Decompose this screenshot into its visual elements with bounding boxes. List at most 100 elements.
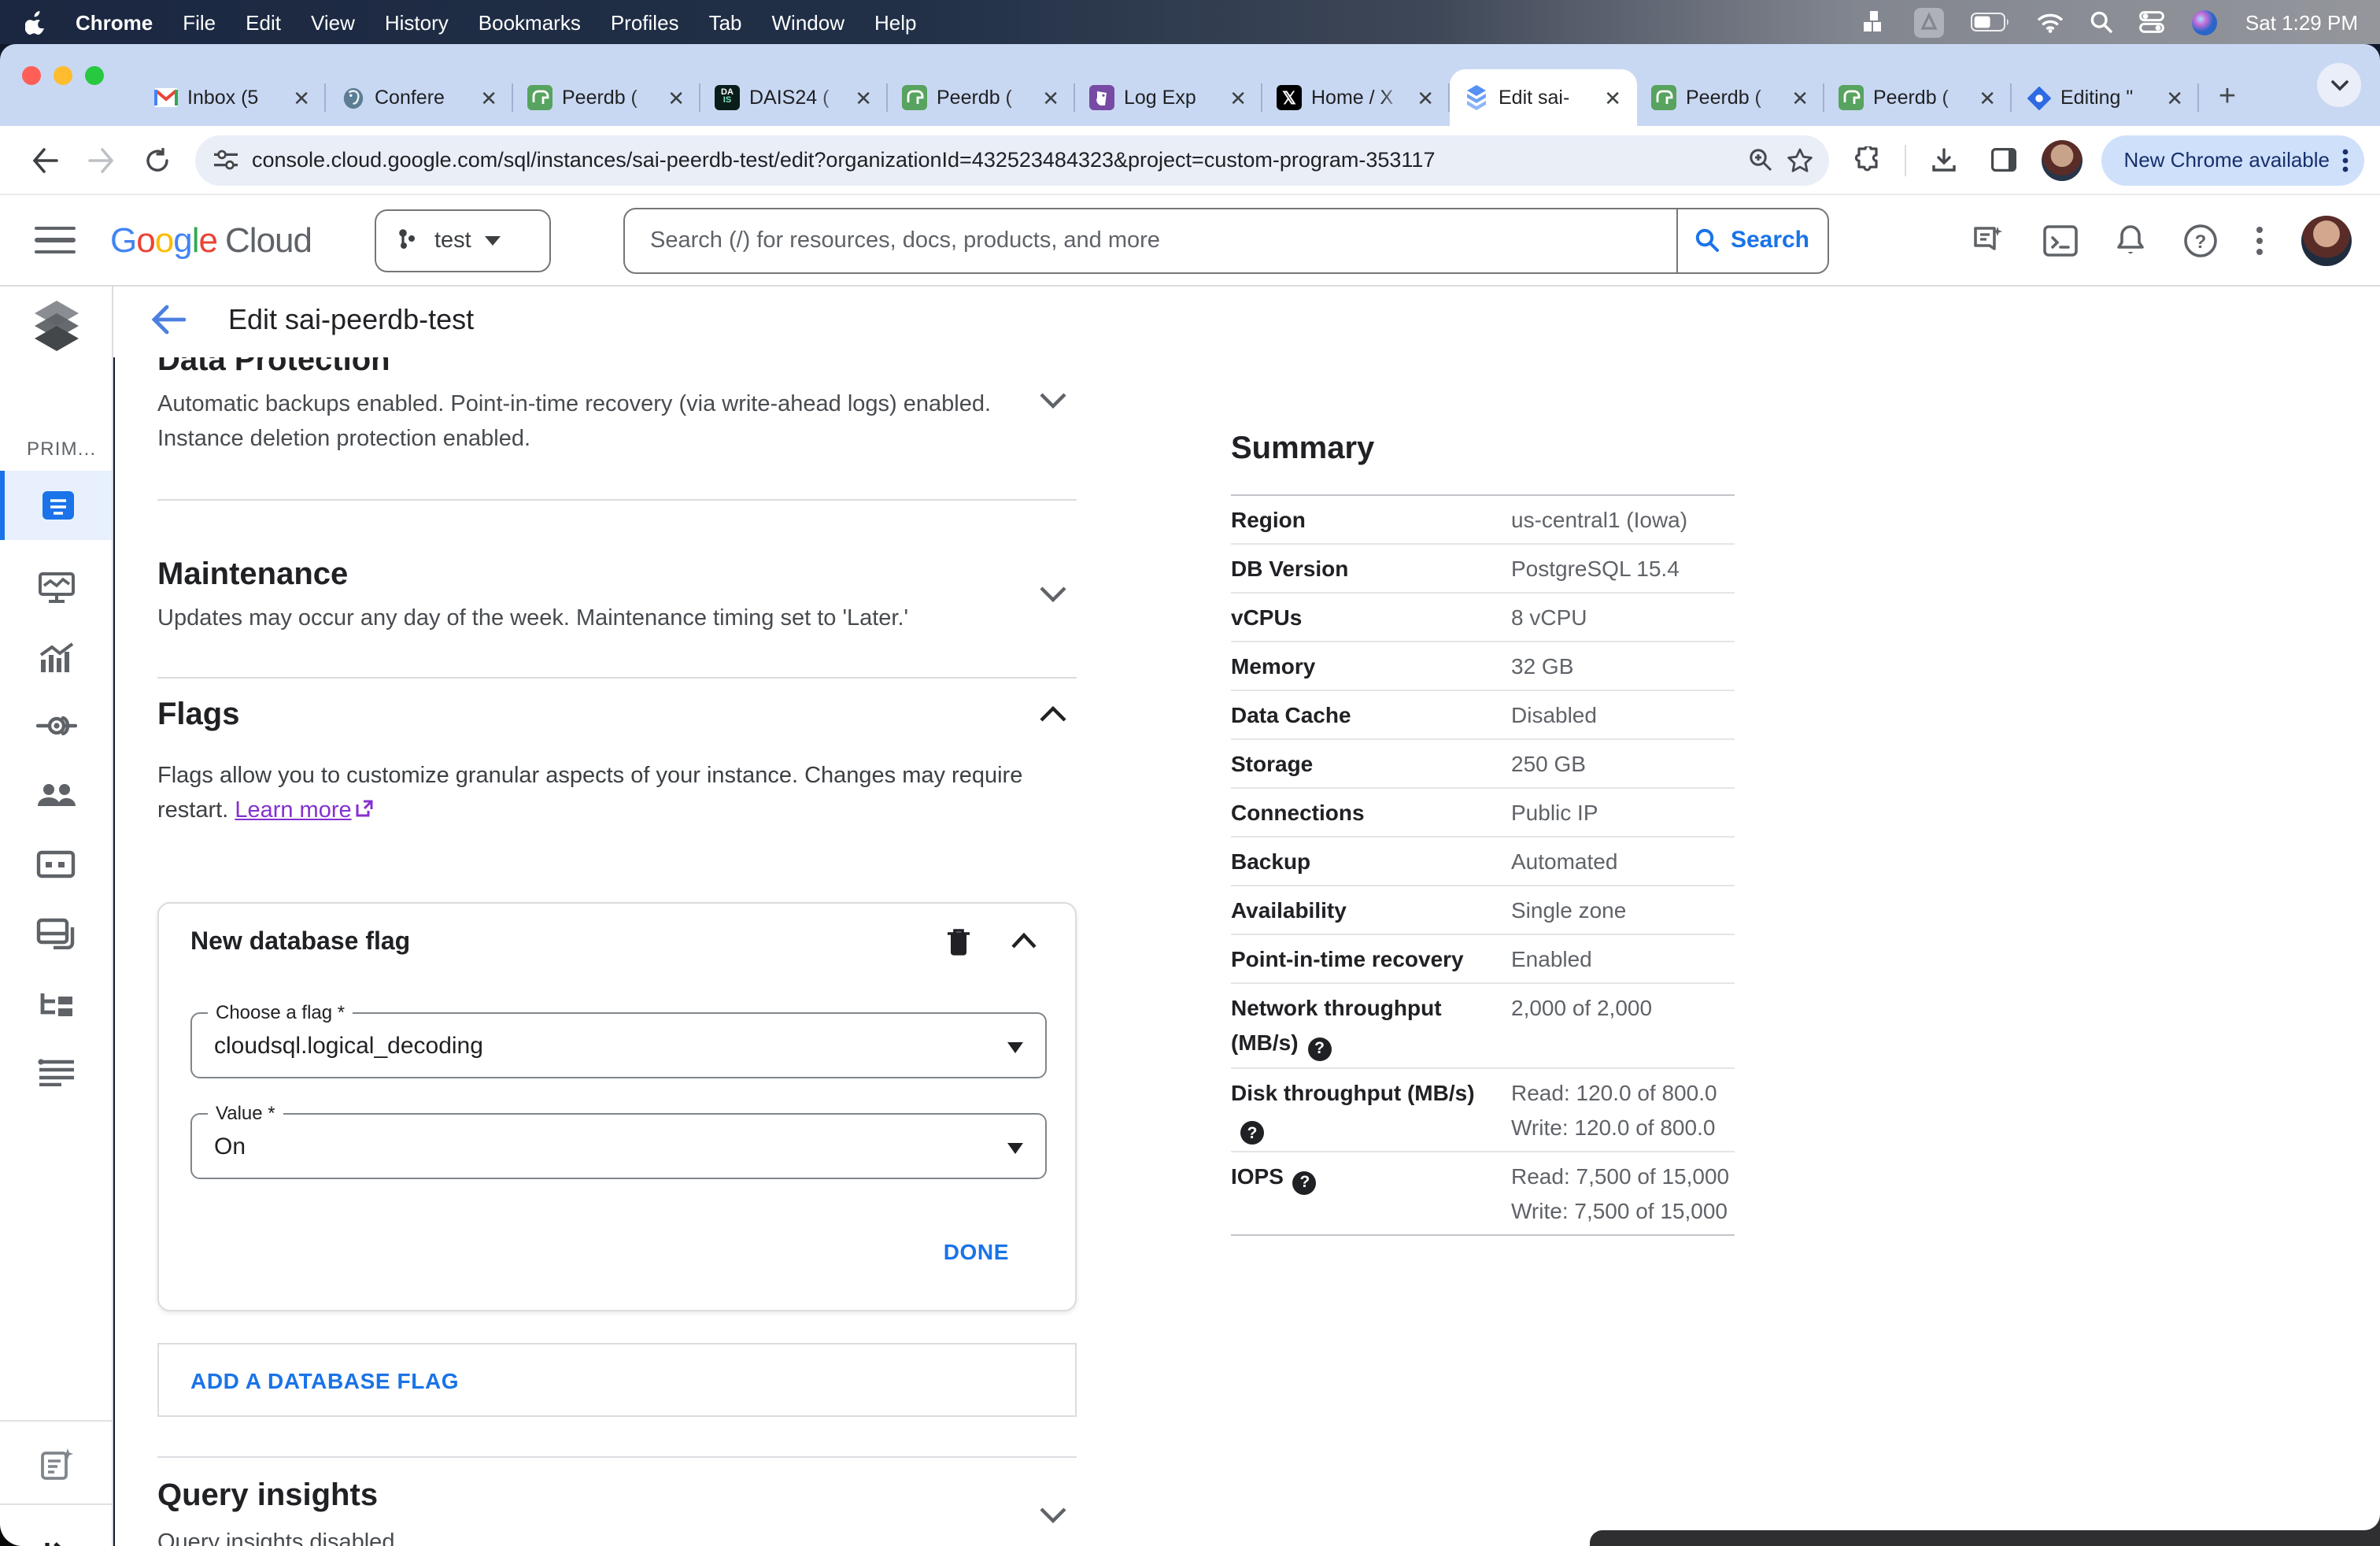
tab-close-icon[interactable]: ✕	[1414, 84, 1437, 111]
more-vert-icon[interactable]	[2256, 224, 2264, 256]
nav-menu-icon[interactable]	[35, 226, 76, 254]
update-chrome-button[interactable]: New Chrome available	[2101, 135, 2364, 185]
browser-profile-avatar[interactable]	[2042, 139, 2083, 180]
tab-close-icon[interactable]: ✕	[1039, 84, 1062, 111]
side-panel-icon[interactable]	[1982, 138, 2026, 182]
help-icon[interactable]: ?	[1307, 1037, 1332, 1060]
chevron-down-icon[interactable]	[1039, 1507, 1067, 1524]
sidebar-item-system-insights[interactable]	[0, 622, 112, 691]
extensions-icon[interactable]	[1845, 138, 1889, 182]
back-arrow-icon[interactable]	[151, 304, 186, 335]
learn-more-link[interactable]: Learn more	[235, 798, 351, 823]
tab-close-icon[interactable]: ✕	[1788, 84, 1812, 111]
apple-icon[interactable]	[25, 10, 46, 34]
chevron-up-icon[interactable]	[1039, 705, 1067, 723]
tab-close-icon[interactable]: ✕	[1975, 84, 1999, 111]
sidebar-item-connections[interactable]	[0, 691, 112, 760]
sidebar-item-backups[interactable]	[0, 899, 112, 968]
help-icon[interactable]: ?	[1240, 1121, 1264, 1145]
window-corner	[2358, 1515, 2380, 1530]
siri-icon[interactable]	[2192, 9, 2219, 35]
tab-peerdb-1[interactable]: Peerdb ( ✕	[513, 69, 700, 126]
wifi-icon[interactable]	[2038, 12, 2064, 32]
collapse-flag-icon[interactable]	[1011, 932, 1037, 949]
forward-icon[interactable]	[79, 138, 123, 182]
menubar-app-name[interactable]: Chrome	[76, 10, 153, 34]
summary-row-memory: Memory 32 GB	[1231, 642, 1735, 691]
sidebar-item-overview[interactable]	[0, 471, 112, 540]
tab-close-icon[interactable]: ✕	[2163, 84, 2186, 111]
menu-file[interactable]: File	[183, 10, 216, 34]
cloud-search-input[interactable]	[625, 209, 1676, 272]
menu-view[interactable]: View	[311, 10, 355, 34]
sidebar-item-users[interactable]	[0, 760, 112, 830]
choose-flag-select[interactable]: Choose a flag * cloudsql.logical_decodin…	[190, 1001, 1047, 1078]
tab-peerdb-2[interactable]: Peerdb ( ✕	[888, 69, 1075, 126]
tab-peerdb-3[interactable]: Peerdb ( ✕	[1637, 69, 1824, 126]
zoom-page-icon[interactable]	[1749, 148, 1772, 172]
spotlight-icon[interactable]	[2091, 11, 2113, 33]
back-icon[interactable]	[22, 138, 66, 182]
release-notes-icon[interactable]	[1971, 223, 2005, 257]
done-button[interactable]: DONE	[944, 1239, 1009, 1264]
chevron-down-icon[interactable]	[1039, 392, 1067, 409]
address-bar[interactable]: console.cloud.google.com/sql/instances/s…	[195, 135, 1830, 185]
delete-flag-icon[interactable]	[946, 927, 971, 957]
tab-close-icon[interactable]: ✕	[1226, 84, 1250, 111]
sidebar-item-databases[interactable]	[0, 830, 112, 899]
tab-log-explorer[interactable]: Log Exp ✕	[1075, 69, 1262, 126]
bookmark-star-icon[interactable]	[1787, 147, 1813, 172]
tab-conference[interactable]: Confere ✕	[326, 69, 513, 126]
backups-icon	[36, 918, 75, 949]
stats-menu-icon[interactable]	[1864, 11, 1888, 33]
notifications-bell-icon[interactable]	[2116, 223, 2145, 257]
menu-help[interactable]: Help	[874, 10, 917, 34]
menu-edit[interactable]: Edit	[246, 10, 281, 34]
menu-bookmarks[interactable]: Bookmarks	[479, 10, 581, 34]
tab-x-home[interactable]: 𝕏 Home / X ✕	[1262, 69, 1450, 126]
menu-profiles[interactable]: Profiles	[611, 10, 679, 34]
flag-value-select[interactable]: Value * On	[190, 1102, 1047, 1179]
tab-edit-sai-active[interactable]: Edit sai- ✕	[1450, 69, 1637, 126]
tab-dais24[interactable]: DA IS DAIS24 ( ✕	[700, 69, 888, 126]
cloud-shell-icon[interactable]	[2043, 224, 2078, 256]
help-icon[interactable]: ?	[1292, 1171, 1317, 1194]
tab-close-icon[interactable]: ✕	[664, 84, 688, 111]
reload-icon[interactable]	[135, 138, 179, 182]
menu-window[interactable]: Window	[772, 10, 845, 34]
url-text[interactable]: console.cloud.google.com/sql/instances/s…	[252, 148, 1735, 172]
sidebar-item-replicas[interactable]	[0, 968, 112, 1037]
summary-panel: Summary Region us-central1 (Iowa) DB Vers…	[1231, 431, 1735, 1236]
tab-close-icon[interactable]: ✕	[477, 84, 501, 111]
tab-search-button[interactable]	[2317, 63, 2361, 107]
alfred-menu-icon[interactable]	[1914, 7, 1945, 37]
tab-close-icon[interactable]: ✕	[852, 84, 875, 111]
add-database-flag-button[interactable]: ADD A DATABASE FLAG	[157, 1343, 1077, 1417]
cloud-search-button[interactable]: Search	[1676, 209, 1828, 272]
tab-editing[interactable]: Editing " ✕	[2012, 69, 2199, 126]
battery-icon[interactable]	[1971, 13, 2011, 31]
menu-history[interactable]: History	[385, 10, 449, 34]
menu-tab[interactable]: Tab	[709, 10, 742, 34]
site-settings-icon[interactable]	[214, 150, 238, 170]
minimize-window-button[interactable]	[54, 66, 72, 85]
google-cloud-logo[interactable]: Google Cloud	[110, 220, 312, 261]
sidebar-item-release-notes[interactable]	[0, 1431, 112, 1500]
sidebar-item-operations[interactable]	[0, 1037, 112, 1107]
close-window-button[interactable]	[22, 66, 41, 85]
tab-close-icon[interactable]: ✕	[290, 84, 313, 111]
tab-peerdb-4[interactable]: Peerdb ( ✕	[1824, 69, 2012, 126]
project-selector[interactable]: test	[375, 209, 551, 272]
sidebar-item-monitoring[interactable]	[0, 553, 112, 622]
account-avatar[interactable]	[2301, 215, 2352, 265]
help-icon[interactable]: ?	[2183, 223, 2218, 257]
section-maintenance-desc: Updates may occur any day of the week. M…	[157, 606, 909, 631]
menubar-clock[interactable]: Sat 1:29 PM	[2245, 10, 2358, 34]
chevron-down-icon[interactable]	[1039, 586, 1067, 603]
maximize-window-button[interactable]	[85, 66, 104, 85]
tab-close-icon[interactable]: ✕	[1601, 84, 1624, 111]
control-center-icon[interactable]	[2140, 11, 2165, 33]
tab-inbox[interactable]: Inbox (5 ✕	[139, 69, 326, 126]
new-tab-button[interactable]: +	[2205, 76, 2249, 120]
download-icon[interactable]	[1922, 138, 1966, 182]
